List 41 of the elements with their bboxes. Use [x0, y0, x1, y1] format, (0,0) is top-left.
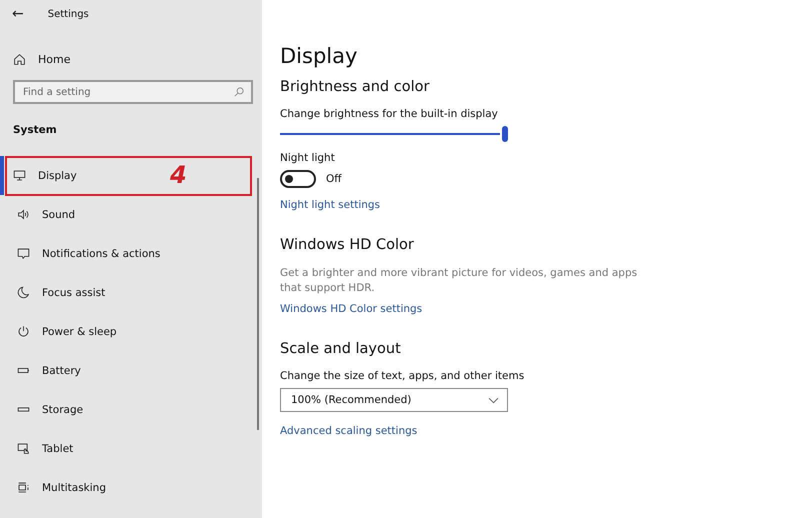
nav-item[interactable]: Battery	[0, 351, 240, 390]
power-icon	[17, 325, 30, 338]
toggle-state: Off	[326, 173, 342, 185]
nav-item[interactable]: Sound	[0, 195, 240, 234]
slider-track[interactable]	[280, 126, 508, 142]
page-title: Display	[280, 44, 358, 68]
toggle-switch[interactable]	[280, 170, 316, 188]
settings-link[interactable]: Night light settings	[280, 199, 380, 211]
windows-icon	[17, 481, 30, 494]
display-icon	[13, 169, 26, 182]
speaker-icon	[17, 208, 30, 221]
home-link[interactable]: Home	[13, 45, 93, 73]
scrollbar[interactable]	[257, 178, 259, 430]
moon-icon	[17, 286, 30, 299]
description-text: Get a brighter and more vibrant picture for videos, games and apps that support HDR.	[280, 266, 638, 296]
back-button[interactable]: ←	[8, 6, 28, 22]
section-heading: System	[13, 124, 58, 136]
toggle-label: Night light	[280, 152, 336, 164]
home-icon	[13, 52, 26, 66]
nav-item[interactable]: Power & sleep	[0, 312, 240, 351]
chevron-icon	[488, 396, 499, 404]
search-field[interactable]: Find a setting	[13, 80, 253, 104]
step-number: 4	[170, 161, 187, 189]
scale-dropdown[interactable]: 100% (Recommended)	[280, 388, 508, 412]
slider-thumb[interactable]	[502, 126, 508, 142]
window-title: Settings	[48, 8, 89, 20]
search-icon	[233, 86, 245, 98]
section-heading: Windows HD Color	[280, 237, 415, 253]
settings-link[interactable]: Windows HD Color settings	[280, 303, 422, 315]
slider-label: Change brightness for the built-in display	[280, 108, 499, 120]
dropdown-label: Change the size of text, apps, and other items	[280, 370, 526, 382]
settings-link[interactable]: Advanced scaling settings	[280, 425, 418, 437]
nav-item[interactable]: Storage	[0, 390, 240, 429]
speech-bubble-icon	[17, 247, 30, 260]
tablet-icon	[17, 442, 30, 455]
nav-item[interactable]: Notifications & actions	[0, 234, 240, 273]
section-heading: Scale and layout	[280, 341, 402, 357]
section-heading: Brightness and color	[280, 79, 430, 95]
nav-item[interactable]: Multitasking	[0, 468, 240, 507]
nav-item[interactable]: Focus assist	[0, 273, 240, 312]
nav-item[interactable]: Tablet	[0, 429, 240, 468]
